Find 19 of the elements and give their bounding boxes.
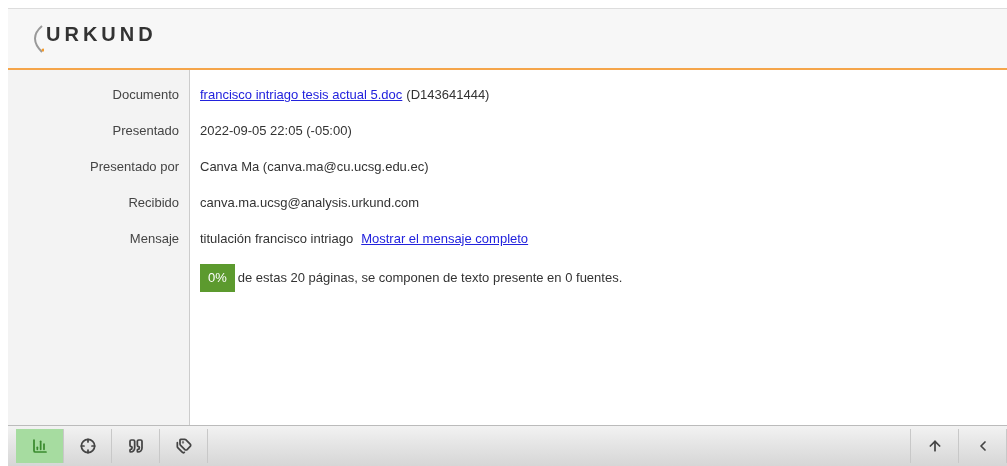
field-label: Presentado por bbox=[90, 158, 179, 176]
show-message-link[interactable]: Mostrar el mensaje completo bbox=[361, 227, 529, 263]
field-value: canva.ma.ucsg@analysis.urkund.com bbox=[200, 194, 420, 212]
document-link[interactable]: francisco intriago tesis actual 5.doc bbox=[200, 83, 403, 119]
quote-icon bbox=[127, 438, 144, 454]
message-text: titulación francisco intriago bbox=[200, 230, 354, 248]
field-label: Recibido bbox=[128, 194, 179, 212]
summary-text: de estas 20 páginas, se componen de texto presente en 0 fuentes. bbox=[237, 269, 623, 287]
field-value: 2022-09-05 22:05 (-05:00) bbox=[200, 122, 352, 140]
percentage-badge: 0% bbox=[200, 264, 235, 292]
chart-icon bbox=[31, 438, 48, 454]
field-label: Documento bbox=[112, 86, 179, 104]
field-label: Mensaje bbox=[129, 230, 179, 248]
document-id: (D143641444) bbox=[406, 86, 490, 104]
field-label: Presentado bbox=[112, 122, 179, 140]
field-value: Canva Ma (canva.ma@cu.ucsg.edu.ec) bbox=[200, 158, 429, 176]
tags-icon bbox=[175, 438, 192, 454]
crosshair-icon bbox=[79, 438, 96, 454]
logo-text: URKUND bbox=[46, 23, 157, 44]
